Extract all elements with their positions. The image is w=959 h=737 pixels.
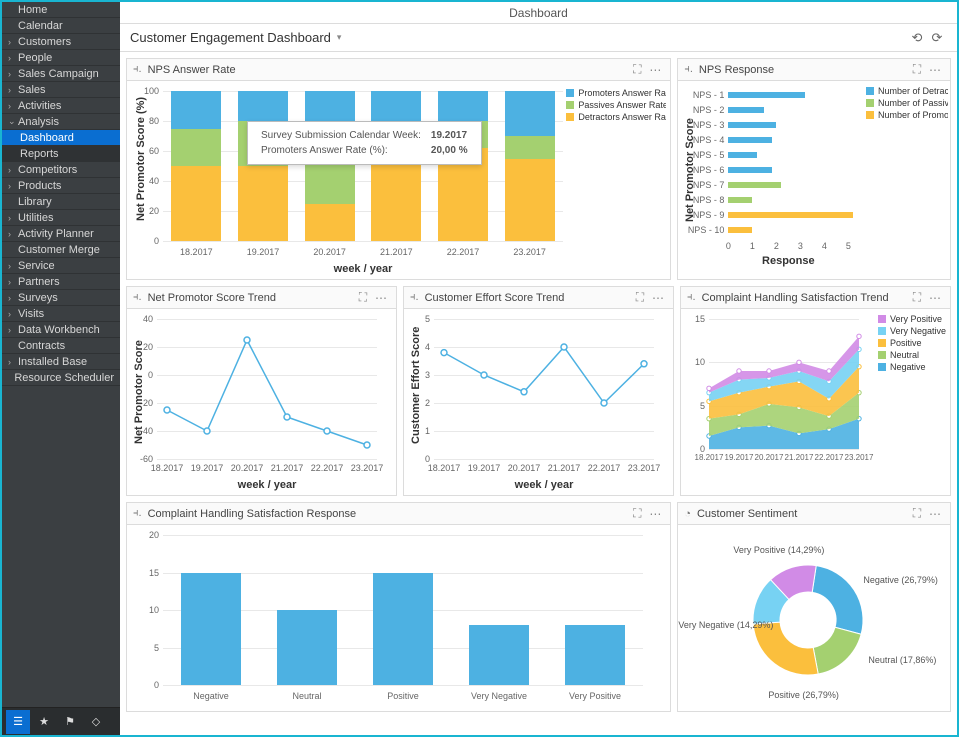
sidebar-item-label: Service: [18, 260, 55, 272]
sidebar-item-data-workbench[interactable]: ›Data Workbench: [2, 322, 120, 338]
sidebar-footer: ☰ ★ ⚑ ◇: [2, 707, 120, 735]
panel-title: NPS Answer Rate: [148, 64, 629, 76]
settings-icon[interactable]: ⟳: [927, 28, 947, 48]
sidebar-item-label: Library: [18, 196, 52, 208]
sidebar-item-label: Installed Base: [18, 356, 87, 368]
sidebar-item-calendar[interactable]: Calendar: [2, 18, 120, 34]
sidebar-item-installed-base[interactable]: ›Installed Base: [2, 354, 120, 370]
panel-ces-trend: ⫞. Customer Effort Score Trend ⛶ ⋯ 01234…: [403, 286, 674, 496]
sidebar-item-label: People: [18, 52, 52, 64]
sidebar-item-competitors[interactable]: ›Competitors: [2, 162, 120, 178]
sidebar-item-label: Sales Campaign: [18, 68, 99, 80]
sidebar-item-label: Home: [18, 4, 47, 16]
sidebar-item-label: Partners: [18, 276, 60, 288]
sidebar-item-customers[interactable]: ›Customers: [2, 34, 120, 50]
sidebar-subitem-reports[interactable]: Reports: [2, 146, 120, 162]
sidebar-item-label: Contracts: [18, 340, 65, 352]
more-icon[interactable]: ⋯: [649, 291, 667, 305]
sidebar-item-visits[interactable]: ›Visits: [2, 306, 120, 322]
more-icon[interactable]: ⋯: [926, 63, 944, 77]
expand-icon[interactable]: ⛶: [908, 62, 926, 77]
sidebar-item-label: Activities: [18, 100, 61, 112]
tag-button[interactable]: ◇: [84, 710, 108, 734]
panel-nps-answer-rate: ⫞. NPS Answer Rate ⛶ ⋯ 02040608010018.20…: [126, 58, 671, 280]
more-icon[interactable]: ⋯: [646, 507, 664, 521]
panel-title: Net Promotor Score Trend: [148, 292, 354, 304]
sidebar-item-analysis[interactable]: ⌄Analysis: [2, 114, 120, 130]
sidebar-item-label: Sales: [18, 84, 46, 96]
sidebar-item-activities[interactable]: ›Activities: [2, 98, 120, 114]
dashboard-header: Customer Engagement Dashboard ▾ ⟲ ⟳: [120, 24, 957, 52]
menu-button[interactable]: ☰: [6, 710, 30, 734]
sidebar: Home Calendar ›Customers›People›Sales Camp…: [2, 2, 120, 735]
flag-button[interactable]: ⚑: [58, 710, 82, 734]
expand-icon[interactable]: ⛶: [908, 290, 926, 305]
sidebar-item-products[interactable]: ›Products: [2, 178, 120, 194]
sidebar-item-sales-campaign[interactable]: ›Sales Campaign: [2, 66, 120, 82]
sidebar-list: Home Calendar ›Customers›People›Sales Camp…: [2, 2, 120, 707]
expand-icon[interactable]: ⛶: [354, 290, 372, 305]
expand-icon[interactable]: ⛶: [628, 62, 646, 77]
chart-icon: ⫞.: [133, 507, 142, 520]
sidebar-item-label: Analysis: [18, 116, 59, 128]
refresh-icon[interactable]: ⟲: [907, 28, 927, 48]
sidebar-item-surveys[interactable]: ›Surveys: [2, 290, 120, 306]
sidebar-item-label: Resource Scheduler: [14, 372, 114, 384]
sidebar-item-label: Data Workbench: [18, 324, 100, 336]
chart-icon: ⫞.: [687, 291, 696, 304]
sidebar-item-sales[interactable]: ›Sales: [2, 82, 120, 98]
sidebar-item-contracts[interactable]: Contracts: [2, 338, 120, 354]
sidebar-item-label: Surveys: [18, 292, 58, 304]
panel-title: Customer Effort Score Trend: [425, 292, 631, 304]
chart-icon: ⫞.: [410, 291, 419, 304]
sidebar-item-library[interactable]: Library: [2, 194, 120, 210]
chart-icon: ⫞.: [133, 291, 142, 304]
sidebar-item-service[interactable]: ›Service: [2, 258, 120, 274]
sidebar-item-home[interactable]: Home: [2, 2, 120, 18]
sidebar-item-label: Competitors: [18, 164, 77, 176]
more-icon[interactable]: ⋯: [926, 291, 944, 305]
sidebar-item-label: Calendar: [18, 20, 63, 32]
sidebar-item-activity-planner[interactable]: ›Activity Planner: [2, 226, 120, 242]
sidebar-item-partners[interactable]: ›Partners: [2, 274, 120, 290]
panel-nps-response: ⫞. NPS Response ⛶ ⋯ NPS - 1NPS - 2NPS - …: [677, 58, 951, 280]
panel-title: NPS Response: [699, 64, 908, 76]
chart-icon: ⫞.: [133, 63, 142, 76]
panel-title: Complaint Handling Satisfaction Trend: [702, 292, 908, 304]
panel-complaint-response: ⫞. Complaint Handling Satisfaction Respo…: [126, 502, 671, 712]
dashboard-title[interactable]: Customer Engagement Dashboard: [130, 30, 331, 45]
panel-title: Customer Sentiment: [697, 508, 908, 520]
page-title: Dashboard: [509, 6, 568, 20]
sidebar-item-label: Visits: [18, 308, 44, 320]
top-bar: Dashboard: [120, 2, 957, 24]
expand-icon[interactable]: ⛶: [628, 506, 646, 521]
more-icon[interactable]: ⋯: [646, 63, 664, 77]
more-icon[interactable]: ⋯: [372, 291, 390, 305]
chart-icon: ⫞.: [684, 63, 693, 76]
sidebar-item-label: Products: [18, 180, 61, 192]
panel-customer-sentiment: ◔ Customer Sentiment ⛶ ⋯ Very Positive (…: [677, 502, 951, 712]
sidebar-item-label: Customers: [18, 36, 71, 48]
more-icon[interactable]: ⋯: [926, 507, 944, 521]
sidebar-item-utilities[interactable]: ›Utilities: [2, 210, 120, 226]
sidebar-item-label: Activity Planner: [18, 228, 94, 240]
panel-title: Complaint Handling Satisfaction Response: [148, 508, 629, 520]
sidebar-item-label: Customer Merge: [18, 244, 100, 256]
pie-icon: ◔: [684, 508, 691, 520]
sidebar-subitem-dashboard[interactable]: Dashboard: [2, 130, 120, 146]
expand-icon[interactable]: ⛶: [908, 506, 926, 521]
panel-nps-trend: ⫞. Net Promotor Score Trend ⛶ ⋯ -60-40-2…: [126, 286, 397, 496]
panel-complaint-trend: ⫞. Complaint Handling Satisfaction Trend…: [680, 286, 951, 496]
chevron-down-icon[interactable]: ▾: [337, 32, 342, 43]
content: Dashboard Customer Engagement Dashboard …: [120, 2, 957, 735]
sidebar-item-resource-scheduler[interactable]: Resource Scheduler: [2, 370, 120, 386]
favorites-button[interactable]: ★: [32, 710, 56, 734]
sidebar-item-label: Utilities: [18, 212, 53, 224]
expand-icon[interactable]: ⛶: [631, 290, 649, 305]
sidebar-item-customer-merge[interactable]: Customer Merge: [2, 242, 120, 258]
sidebar-item-people[interactable]: ›People: [2, 50, 120, 66]
dashboard-area: ⫞. NPS Answer Rate ⛶ ⋯ 02040608010018.20…: [120, 52, 957, 735]
